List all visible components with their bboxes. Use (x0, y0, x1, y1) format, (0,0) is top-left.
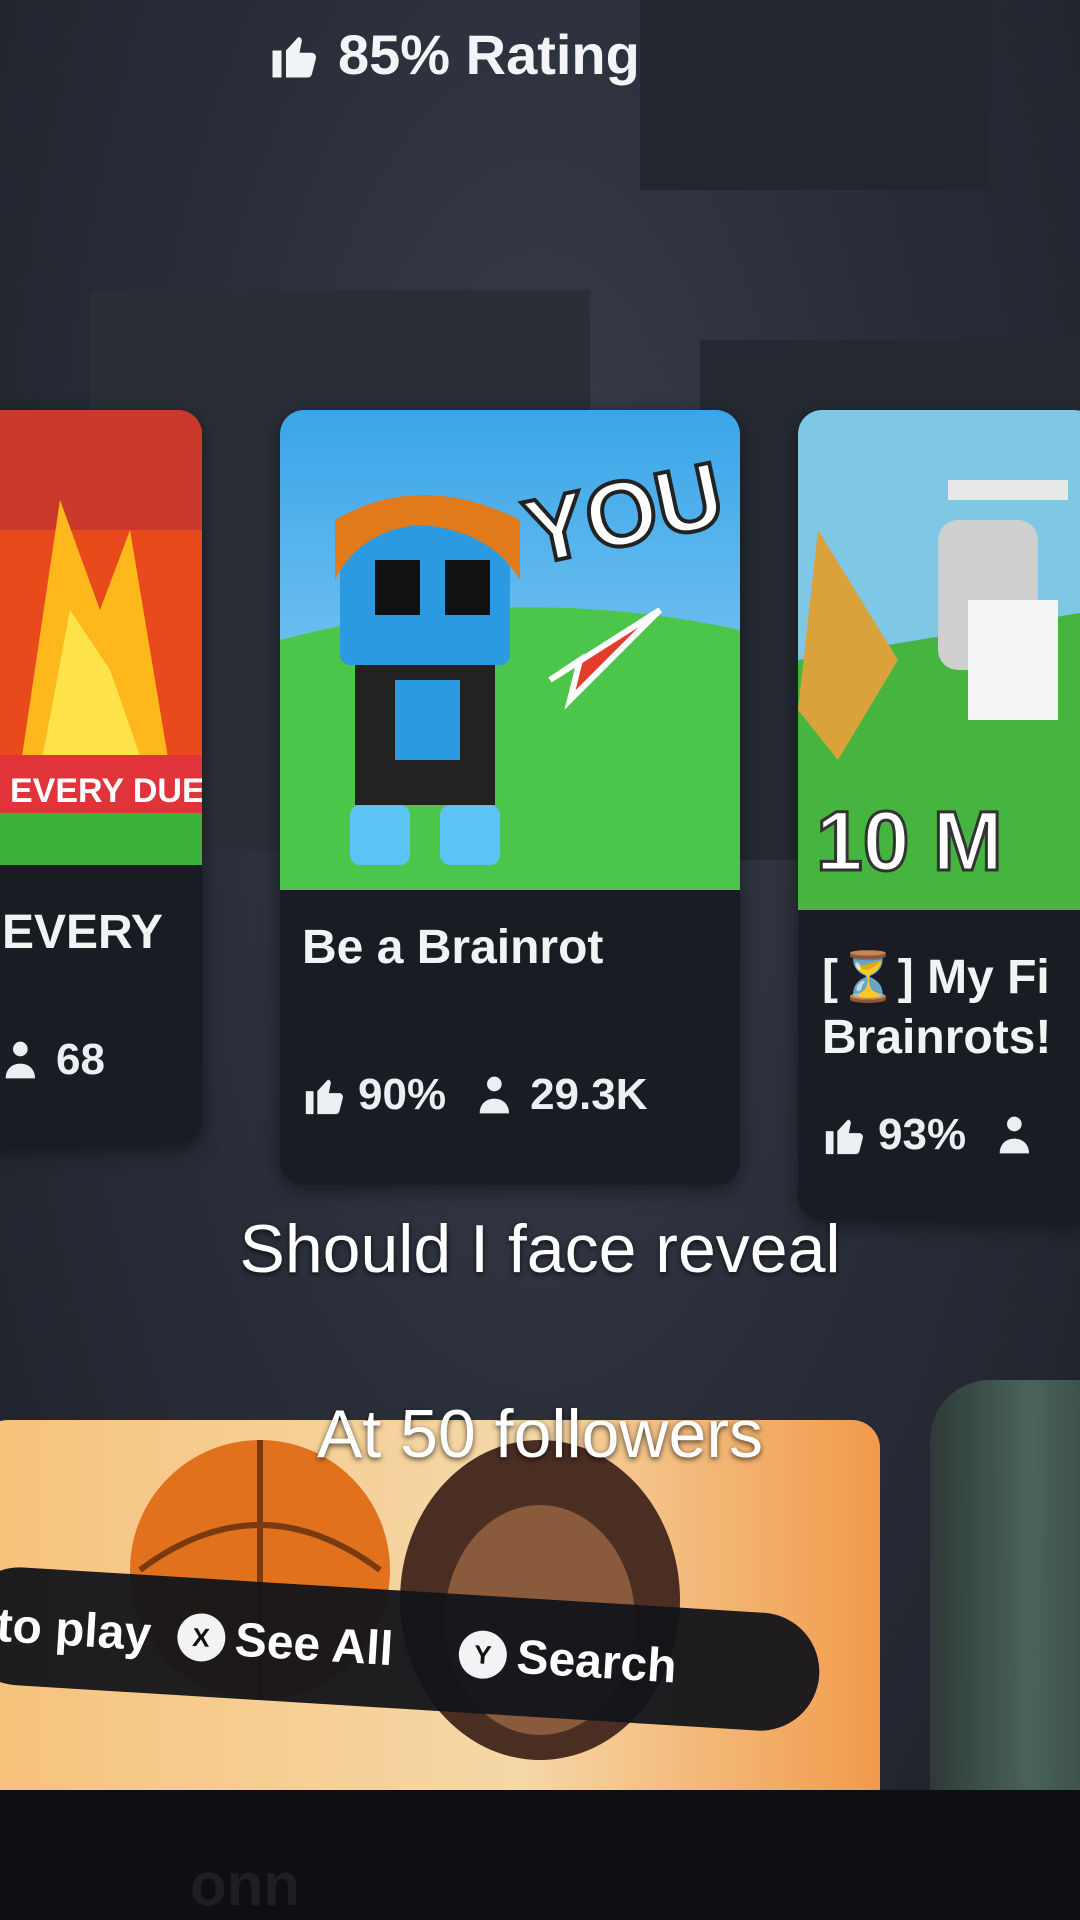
rating-value: 90% (358, 1070, 447, 1119)
game-thumbnail: YOU (280, 410, 740, 890)
see-all-hint[interactable]: X See All (175, 1609, 395, 1677)
game-thumbnail: EVERY DUEL! (0, 410, 202, 865)
y-button-icon: Y (457, 1629, 509, 1681)
rating-value: 93% (878, 1110, 967, 1159)
background-block (640, 0, 990, 190)
thumbs-up-icon (825, 1119, 863, 1155)
game-title: EVERY (2, 906, 163, 959)
game-stats: 68 (2, 1035, 105, 1085)
players-count: 29.3K (530, 1070, 648, 1119)
game-thumbnail: 10 M (798, 410, 1080, 910)
game-card-be-a-brainrot[interactable]: YOU Be a Brainrot 90% 29.3K (280, 410, 740, 1185)
video-caption-line2: At 50 followers (317, 1396, 763, 1472)
hint-play: to play (0, 1598, 153, 1661)
players-icon (5, 1041, 35, 1079)
search-label: Search (515, 1630, 679, 1693)
game-stats: 93% (822, 1110, 1040, 1160)
video-caption-line1: Should I face reveal (239, 1211, 841, 1287)
players-count: 68 (56, 1035, 105, 1084)
players-icon (479, 1076, 510, 1114)
see-all-label: See All (233, 1613, 395, 1676)
game-title-line1: [⏳] My Fi (822, 951, 1050, 1004)
thumbnail-caption: EVERY DUEL! (10, 772, 202, 810)
thumbs-up-icon (272, 36, 317, 77)
tv-bezel (0, 1790, 1080, 1920)
featured-rating: 85% Rating (268, 22, 640, 87)
game-card-right[interactable]: 10 M [⏳] My Fi Brainrots! 93% (798, 410, 1080, 1220)
game-stats: 90% 29.3K (302, 1070, 648, 1120)
brand-logo: onn (190, 1851, 300, 1918)
thumbs-up-icon (305, 1079, 343, 1115)
x-button-icon: X (175, 1612, 227, 1663)
game-card-left[interactable]: EVERY DUEL! EVERY 68 (0, 410, 202, 1145)
search-hint[interactable]: Y Search (457, 1626, 678, 1694)
featured-rating-text: 85% Rating (338, 23, 640, 86)
game-title-line2: Brainrots! (822, 1011, 1052, 1064)
game-title: Be a Brainrot (302, 921, 604, 974)
players-icon (999, 1116, 1030, 1154)
tv-scene: 85% Rating EVERY DUEL! EVERY 68 (0, 0, 1080, 1920)
thumbnail-caption: 10 M (816, 794, 1003, 888)
